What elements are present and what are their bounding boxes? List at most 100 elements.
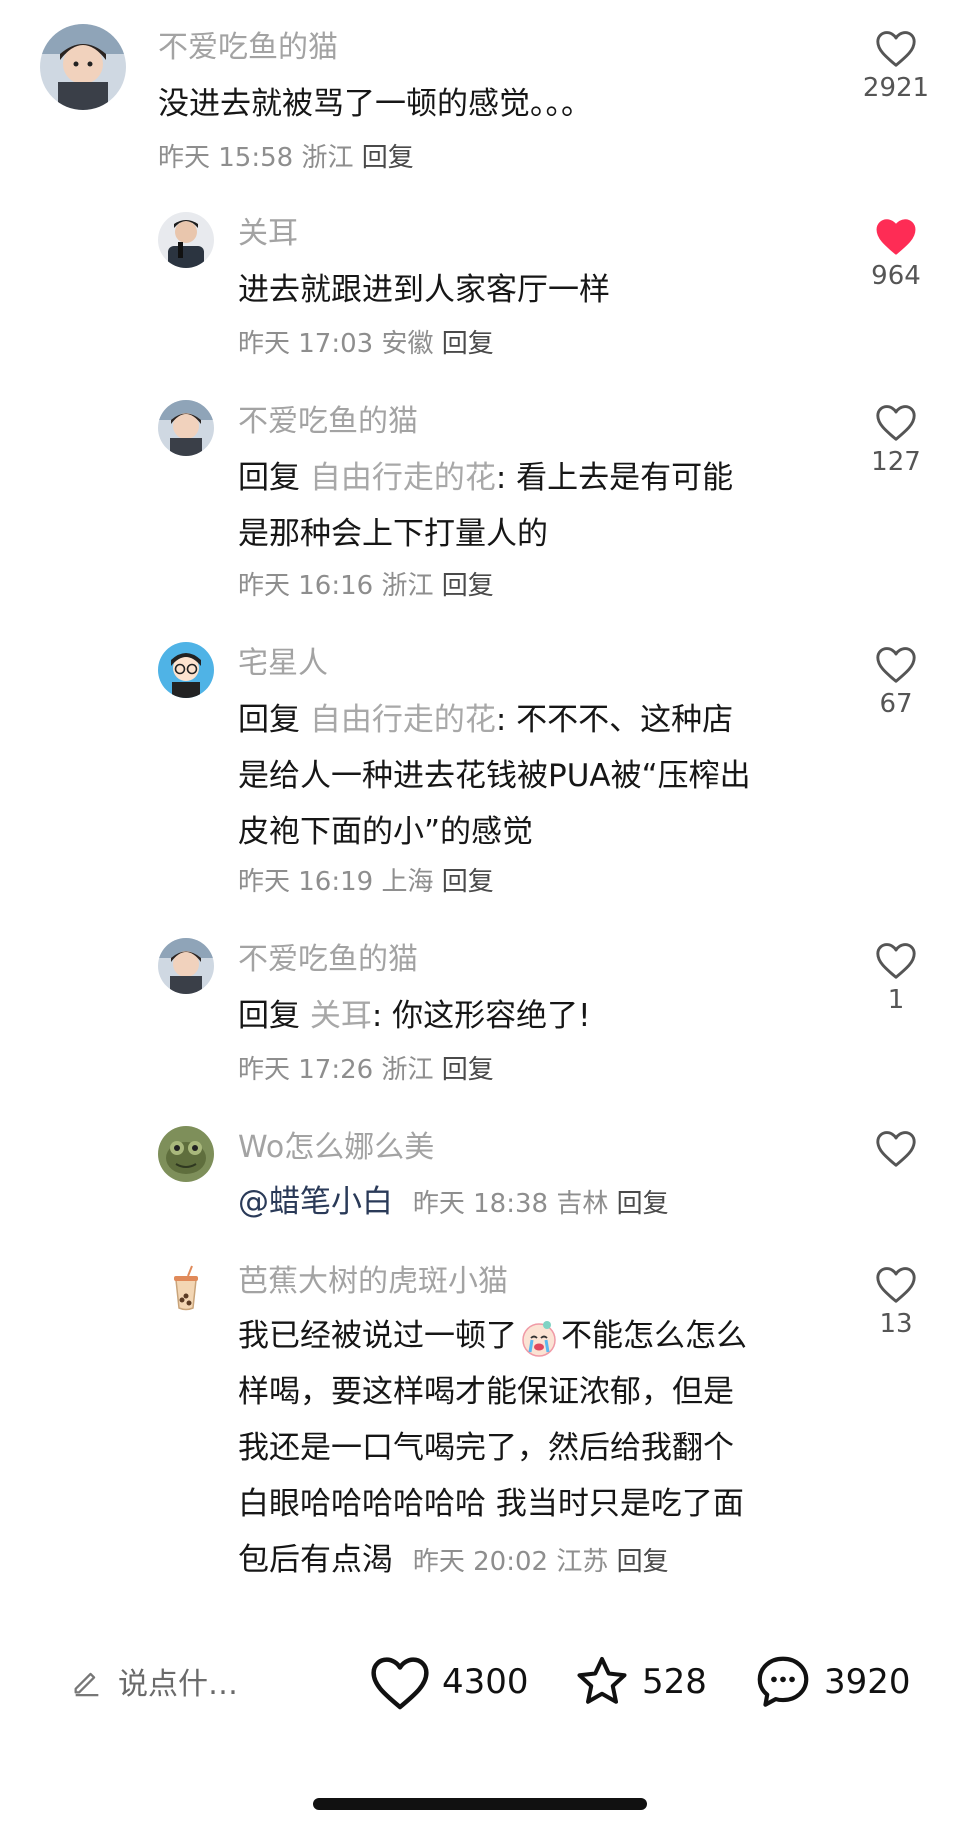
comment-username[interactable]: Wo怎么娜么美 — [238, 1128, 434, 1168]
favorite-stat-button[interactable]: 528 — [572, 1652, 707, 1712]
avatar[interactable] — [158, 938, 214, 994]
reply-label: 回复 — [238, 702, 300, 738]
reply-button[interactable]: 回复 — [617, 1189, 669, 1219]
reply-label: 回复 — [238, 460, 300, 496]
comment-text-line: 皮袍下面的小”的感觉 — [238, 814, 534, 850]
comment-time: 昨天 18:38 — [412, 1189, 549, 1219]
comment-text-line: 白眼哈哈哈哈哈哈 我当时只是吃了面 — [238, 1486, 744, 1522]
comment-username[interactable]: 宅星人 — [238, 644, 328, 684]
reply-target-username[interactable]: 关耳 — [310, 998, 372, 1034]
comment-text-line: 是那种会上下打量人的 — [238, 516, 548, 552]
like-count: 4300 — [442, 1662, 529, 1702]
comment-input-placeholder: 说点什… — [118, 1667, 238, 1702]
like-count: 2921 — [862, 73, 930, 103]
comment-text: 进去就跟进到人家客厅一样 — [238, 272, 610, 308]
heart-outline-icon — [876, 1131, 916, 1167]
comment-text-line: 是给人一种进去花钱被PUA被“压榨出 — [238, 758, 751, 794]
like-button[interactable] — [856, 1128, 936, 1168]
favorite-count: 528 — [642, 1662, 707, 1702]
comment-meta: 昨天 15:58 浙江 回复 — [158, 140, 414, 176]
like-count: 1 — [887, 985, 905, 1015]
comment-text-line: 我已经被说过一顿了 — [238, 1318, 517, 1354]
comment-input[interactable]: 说点什… — [70, 1656, 238, 1706]
comment-text: 回复 自由行走的花: 看上去是有可能 是那种会上下打量人的 — [238, 450, 733, 562]
heart-outline-icon — [876, 647, 916, 683]
comment-text-line: 样喝，要这样喝才能保证浓郁，但是 — [238, 1374, 734, 1410]
avatar[interactable] — [158, 642, 214, 698]
like-count: 67 — [879, 689, 913, 719]
reply-button[interactable]: 回复 — [442, 1055, 494, 1085]
comment-location: 浙江 — [381, 1055, 434, 1085]
comment-meta: 昨天 16:19 上海 回复 — [238, 864, 494, 900]
comment-text: 回复 关耳: 你这形容绝了! — [238, 988, 591, 1044]
star-outline-icon — [577, 1657, 627, 1704]
reply-button[interactable]: 回复 — [442, 329, 494, 359]
comment-text-line: 不能怎么怎么 — [561, 1318, 747, 1354]
comment-text-line: : 你这形容绝了! — [371, 998, 591, 1034]
like-count: 127 — [871, 447, 921, 477]
comment-location: 浙江 — [381, 571, 434, 601]
comment-time: 昨天 17:26 — [238, 1055, 374, 1085]
comment-meta: 昨天 16:16 浙江 回复 — [238, 568, 494, 604]
pencil-icon — [74, 1672, 99, 1697]
heart-outline-icon — [371, 1657, 429, 1710]
heart-outline-icon — [876, 405, 916, 441]
reply-target-username[interactable]: 自由行走的花 — [310, 460, 496, 496]
comment-text-line: 包后有点渴 — [238, 1542, 393, 1578]
like-button[interactable]: 1 — [856, 940, 936, 1016]
reply-button[interactable]: 回复 — [617, 1547, 669, 1577]
comment-meta: 昨天 17:03 安徽 回复 — [238, 326, 494, 362]
reply-button[interactable]: 回复 — [442, 571, 494, 601]
comment-username[interactable]: 芭蕉大树的虎斑小猫 — [238, 1262, 508, 1302]
mention-link[interactable]: @蜡笔小白 — [238, 1184, 393, 1220]
comment-time: 昨天 17:03 — [238, 329, 374, 359]
comment-text: 我已经被说过一顿了 不能怎么怎么 样喝，要这样喝才能保证浓郁，但是 我还是一口气喝… — [238, 1308, 747, 1590]
comment-location: 江苏 — [556, 1547, 609, 1577]
bottom-action-bar: 说点什… 4300 528 3920 — [0, 1638, 960, 1728]
reply-button[interactable]: 回复 — [442, 867, 494, 897]
heart-outline-icon — [876, 943, 916, 979]
comment-text: @蜡笔小白 昨天 18:38 吉林 回复 — [238, 1174, 669, 1232]
heart-outline-icon — [876, 1267, 916, 1303]
comment-time: 昨天 15:58 — [158, 143, 294, 173]
home-indicator[interactable] — [313, 1798, 647, 1810]
like-button[interactable]: 67 — [856, 644, 936, 720]
avatar[interactable] — [158, 400, 214, 456]
comment-username[interactable]: 不爱吃鱼的猫 — [238, 402, 418, 442]
reply-label: 回复 — [238, 998, 300, 1034]
like-count: 13 — [879, 1309, 913, 1339]
comment-text-line: : 不不不、这种店 — [495, 702, 734, 738]
comment-time: 昨天 16:19 — [238, 867, 374, 897]
comment-location: 安徽 — [381, 329, 434, 359]
comment-time: 昨天 20:02 — [412, 1547, 549, 1577]
comment-text-line: : 看上去是有可能 — [495, 460, 734, 496]
chat-bubble-icon — [757, 1656, 809, 1707]
comment-username[interactable]: 不爱吃鱼的猫 — [238, 940, 418, 980]
comment-stat-button[interactable]: 3920 — [752, 1652, 911, 1712]
crying-emoji-icon — [519, 1318, 559, 1358]
like-count: 964 — [871, 261, 921, 291]
comment-count: 3920 — [824, 1662, 911, 1702]
like-stat-button[interactable]: 4300 — [368, 1652, 529, 1712]
comment-username[interactable]: 不爱吃鱼的猫 — [158, 28, 338, 68]
like-button[interactable]: 127 — [856, 402, 936, 478]
comment-text: 没进去就被骂了一顿的感觉。。。 — [158, 86, 592, 122]
reply-button[interactable]: 回复 — [362, 143, 414, 173]
avatar[interactable] — [158, 212, 214, 268]
comment-meta: 昨天 20:02 江苏 回复 — [413, 1547, 669, 1577]
reply-target-username[interactable]: 自由行走的花 — [310, 702, 496, 738]
comment-text-line: 我还是一口气喝完了，然后给我翻个 — [238, 1430, 734, 1466]
comment-meta: 昨天 17:26 浙江 回复 — [238, 1052, 494, 1088]
avatar[interactable] — [158, 1126, 214, 1182]
heart-filled-icon — [876, 219, 916, 255]
like-button[interactable]: 13 — [856, 1264, 936, 1340]
comment-location: 上海 — [381, 867, 434, 897]
avatar[interactable] — [40, 24, 126, 110]
comment-location: 浙江 — [301, 143, 354, 173]
like-button[interactable]: 2921 — [856, 28, 936, 104]
comment-text: 回复 自由行走的花: 不不不、这种店 是给人一种进去花钱被PUA被“压榨出 皮袍… — [238, 692, 751, 860]
comment-username[interactable]: 关耳 — [238, 214, 298, 254]
comment-time: 昨天 16:16 — [238, 571, 374, 601]
avatar[interactable] — [158, 1262, 214, 1318]
like-button[interactable]: 964 — [856, 216, 936, 292]
